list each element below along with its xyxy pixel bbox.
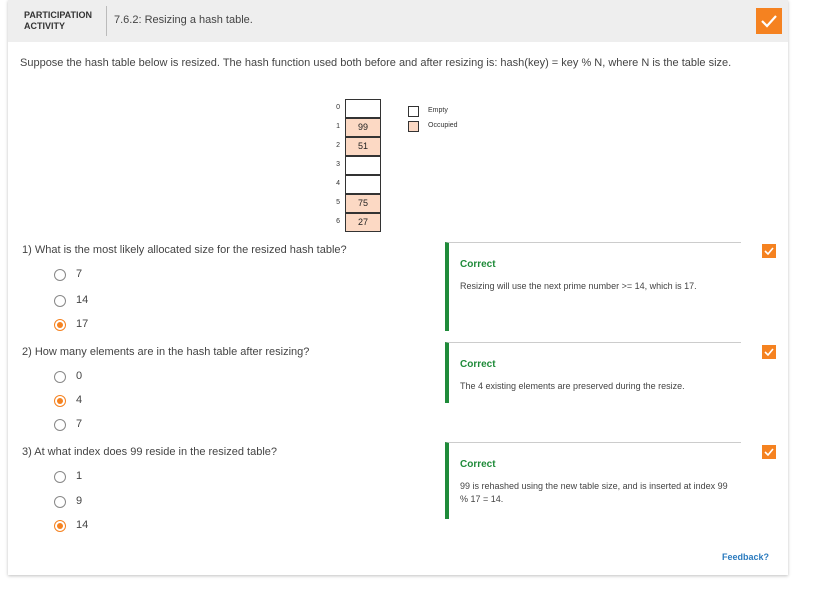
question-2-check-icon [762, 345, 776, 359]
row-index: 1 [336, 123, 340, 130]
question-2-option[interactable]: 7 [54, 418, 174, 432]
hash-table-row: 5 75 [312, 194, 392, 213]
question-1-check-icon [762, 244, 776, 258]
participation-activity-card: PARTICIPATION ACTIVITY 7.6.2: Resizing a… [8, 0, 788, 575]
row-index: 4 [336, 180, 340, 187]
option-label: 1 [76, 470, 83, 482]
question-1-text: 1) What is the most likely allocated siz… [22, 244, 347, 256]
feedback-status: Correct [460, 259, 496, 270]
empty-swatch [408, 106, 419, 117]
question-3-option[interactable]: 9 [54, 495, 174, 509]
radio-button-selected[interactable] [54, 520, 66, 532]
bucket-cell: 51 [345, 137, 381, 156]
row-index: 5 [336, 199, 340, 206]
activity-title: 7.6.2: Resizing a hash table. [114, 14, 253, 26]
question-1-option[interactable]: 7 [54, 268, 174, 282]
row-index: 0 [336, 104, 340, 111]
feedback-explanation: 99 is rehashed using the new table size,… [460, 481, 728, 504]
activity-type-label: PARTICIPATION ACTIVITY [24, 10, 92, 32]
radio-button-selected[interactable] [54, 319, 66, 331]
legend-occupied-label: Occupied [428, 122, 458, 129]
row-index: 2 [336, 142, 340, 149]
legend-occupied: Occupied [408, 120, 488, 132]
bucket-cell [345, 156, 381, 175]
radio-button[interactable] [54, 295, 66, 307]
feedback-explanation: Resizing will use the next prime number … [460, 281, 697, 291]
question-3-option[interactable]: 1 [54, 470, 174, 484]
question-1-option[interactable]: 14 [54, 294, 174, 308]
bucket-cell [345, 175, 381, 194]
feedback-status: Correct [460, 359, 496, 370]
feedback-link[interactable]: Feedback? [722, 552, 769, 562]
question-1-feedback: Correct Resizing will use the next prime… [445, 242, 741, 331]
question-2-option[interactable]: 0 [54, 370, 174, 384]
hash-table-row: 0 [312, 99, 392, 118]
question-3-option[interactable]: 14 [54, 519, 174, 533]
hash-table-row: 1 99 [312, 118, 392, 137]
hash-table-row: 2 51 [312, 137, 392, 156]
bucket-cell: 99 [345, 118, 381, 137]
question-2-text: 2) How many elements are in the hash tab… [22, 346, 310, 358]
hash-table-row: 6 27 [312, 213, 392, 232]
option-label: 14 [76, 519, 89, 531]
header-divider [106, 6, 107, 36]
row-index: 3 [336, 161, 340, 168]
question-1-option[interactable]: 17 [54, 318, 174, 332]
hash-table-row: 3 [312, 156, 392, 175]
question-2-option[interactable]: 4 [54, 394, 174, 408]
option-label: 9 [76, 495, 83, 507]
legend-empty-label: Empty [428, 107, 448, 114]
feedback-status: Correct [460, 459, 496, 470]
question-3-text: 3) At what index does 99 reside in the r… [22, 446, 277, 458]
option-label: 14 [76, 294, 89, 306]
bucket-cell [345, 99, 381, 118]
radio-button[interactable] [54, 471, 66, 483]
activity-header: PARTICIPATION ACTIVITY 7.6.2: Resizing a… [8, 0, 788, 42]
occupied-swatch [408, 121, 419, 132]
option-label: 0 [76, 370, 83, 382]
legend-empty: Empty [408, 105, 488, 117]
radio-button[interactable] [54, 419, 66, 431]
bucket-cell: 27 [345, 213, 381, 232]
activity-type-line1: PARTICIPATION [24, 10, 92, 20]
question-3-check-icon [762, 445, 776, 459]
row-index: 6 [336, 218, 340, 225]
question-2-feedback: Correct The 4 existing elements are pres… [445, 342, 741, 403]
intro-text: Suppose the hash table below is resized.… [20, 57, 732, 69]
hash-table-row: 4 [312, 175, 392, 194]
option-label: 7 [76, 268, 83, 280]
question-3-feedback: Correct 99 is rehashed using the new tab… [445, 442, 741, 519]
option-label: 17 [76, 318, 89, 330]
radio-button[interactable] [54, 496, 66, 508]
option-label: 4 [76, 394, 83, 406]
radio-button-selected[interactable] [54, 395, 66, 407]
completion-check-icon [756, 8, 782, 34]
activity-type-line2: ACTIVITY [24, 21, 66, 31]
option-label: 7 [76, 418, 83, 430]
bucket-cell: 75 [345, 194, 381, 213]
feedback-explanation: The 4 existing elements are preserved du… [460, 381, 685, 391]
radio-button[interactable] [54, 371, 66, 383]
radio-button[interactable] [54, 269, 66, 281]
